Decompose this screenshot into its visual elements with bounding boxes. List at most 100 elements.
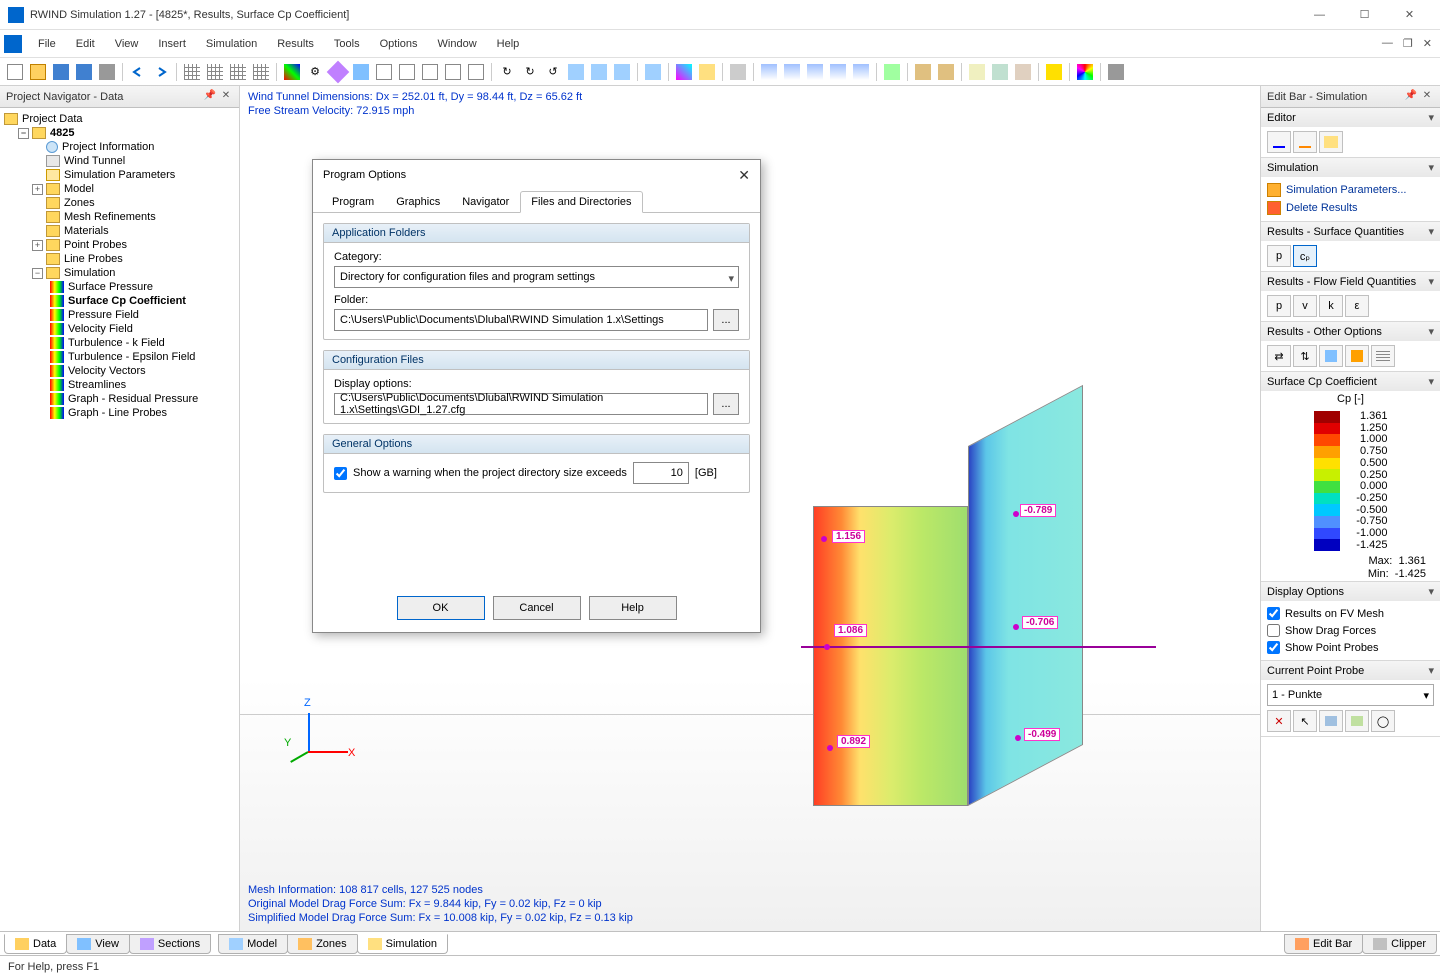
chk-results-fvmesh[interactable]: Results on FV Mesh (1267, 605, 1434, 622)
misc-button-3[interactable] (1012, 61, 1034, 83)
tree-result-graph-lineprobes[interactable]: Graph - Line Probes (0, 406, 239, 420)
tree-result-velocity-vectors[interactable]: Velocity Vectors (0, 364, 239, 378)
section-results-flow[interactable]: Results - Flow Field Quantities▾ (1261, 272, 1440, 291)
layer-button-6[interactable] (850, 61, 872, 83)
tool-button-4[interactable] (396, 61, 418, 83)
other-btn-4[interactable] (1345, 345, 1369, 367)
maximize-button[interactable]: ☐ (1342, 0, 1387, 30)
point-probe-select[interactable]: 1 - Punkte▾ (1267, 684, 1434, 706)
menu-simulation[interactable]: Simulation (196, 34, 267, 54)
browse-button[interactable]: ... (713, 309, 739, 331)
tab-sections[interactable]: Sections (129, 934, 211, 954)
help-button[interactable]: Help (589, 596, 677, 620)
layer-button-1[interactable] (727, 61, 749, 83)
tool-button-3[interactable] (373, 61, 395, 83)
tree-model[interactable]: +Model (0, 182, 239, 196)
editor-btn-3[interactable] (1319, 131, 1343, 153)
probe-img-button[interactable] (1345, 710, 1369, 732)
chk-show-drag[interactable]: Show Drag Forces (1267, 622, 1434, 639)
tab-simulation[interactable]: Simulation (357, 934, 448, 954)
new-button[interactable] (4, 61, 26, 83)
grid-button-1[interactable] (181, 61, 203, 83)
tree-point-probes[interactable]: +Point Probes (0, 238, 239, 252)
chk-show-point-probes[interactable]: Show Point Probes (1267, 639, 1434, 656)
category-dropdown[interactable]: Directory for configuration files and pr… (334, 266, 739, 288)
section-point-probe[interactable]: Current Point Probe▾ (1261, 661, 1440, 680)
tab-clipper[interactable]: Clipper (1362, 934, 1437, 954)
tree-materials[interactable]: Materials (0, 224, 239, 238)
mdi-restore-button[interactable]: ❐ (1399, 35, 1417, 52)
probe-circle-button[interactable]: ◯ (1371, 710, 1395, 732)
tool-button-7[interactable] (465, 61, 487, 83)
pin-icon[interactable]: 📌 (203, 90, 217, 104)
tree-result-streamlines[interactable]: Streamlines (0, 378, 239, 392)
link-delete-results[interactable]: Delete Results (1267, 199, 1434, 217)
probe-screen-button[interactable] (1319, 710, 1343, 732)
tree-zones[interactable]: Zones (0, 196, 239, 210)
section-simulation[interactable]: Simulation▾ (1261, 158, 1440, 177)
tab-program[interactable]: Program (321, 191, 385, 213)
menu-edit[interactable]: Edit (66, 34, 105, 54)
tree-sim-params[interactable]: Simulation Parameters (0, 168, 239, 182)
menu-help[interactable]: Help (487, 34, 530, 54)
menu-window[interactable]: Window (428, 34, 487, 54)
tree-root[interactable]: Project Data (0, 112, 239, 126)
flow-p-button[interactable]: p (1267, 295, 1291, 317)
tab-editbar[interactable]: Edit Bar (1284, 934, 1363, 954)
menu-results[interactable]: Results (267, 34, 324, 54)
plane-button[interactable] (1105, 61, 1127, 83)
misc-button-2[interactable] (989, 61, 1011, 83)
layer-button-4[interactable] (804, 61, 826, 83)
axis-button[interactable] (281, 61, 303, 83)
view-button-1[interactable] (565, 61, 587, 83)
expand-icon[interactable]: + (32, 240, 43, 251)
edit-button-2[interactable] (696, 61, 718, 83)
tree-mesh-refinements[interactable]: Mesh Refinements (0, 210, 239, 224)
folder-field[interactable]: C:\Users\Public\Documents\Dlubal\RWIND S… (334, 309, 708, 331)
section-results-other[interactable]: Results - Other Options▾ (1261, 322, 1440, 341)
flow-v-button[interactable]: v (1293, 295, 1317, 317)
misc-button-1[interactable] (966, 61, 988, 83)
menu-file[interactable]: File (28, 34, 66, 54)
tab-navigator[interactable]: Navigator (451, 191, 520, 213)
obj-button-1[interactable] (912, 61, 934, 83)
tool-button-1[interactable] (327, 61, 349, 83)
tree-line-probes[interactable]: Line Probes (0, 252, 239, 266)
grid-button-3[interactable] (227, 61, 249, 83)
editor-btn-1[interactable] (1267, 131, 1291, 153)
open-button[interactable] (27, 61, 49, 83)
tree-result-velocity-field[interactable]: Velocity Field (0, 322, 239, 336)
other-btn-3[interactable] (1319, 345, 1343, 367)
display-options-field[interactable]: C:\Users\Public\Documents\Dlubal\RWIND S… (334, 393, 708, 415)
tree-simulation[interactable]: −Simulation (0, 266, 239, 280)
cancel-button[interactable]: Cancel (493, 596, 581, 620)
flow-eps-button[interactable]: ε (1345, 295, 1369, 317)
section-editor[interactable]: Editor▾ (1261, 108, 1440, 127)
pin-icon[interactable]: 📌 (1404, 90, 1418, 104)
section-surface-cp[interactable]: Surface Cp Coefficient▾ (1261, 372, 1440, 391)
tab-view[interactable]: View (66, 934, 130, 954)
view-button-3[interactable] (611, 61, 633, 83)
tool-button-5[interactable] (419, 61, 441, 83)
gear-button[interactable]: ⚙ (304, 61, 326, 83)
layer-button-2[interactable] (758, 61, 780, 83)
refresh-button-2[interactable]: ↻ (519, 61, 541, 83)
tree-wind-tunnel[interactable]: Wind Tunnel (0, 154, 239, 168)
tab-files-directories[interactable]: Files and Directories (520, 191, 642, 213)
editor-btn-2[interactable] (1293, 131, 1317, 153)
tree-result-graph-residual[interactable]: Graph - Residual Pressure (0, 392, 239, 406)
grid-button-4[interactable] (250, 61, 272, 83)
palette-button[interactable] (1074, 61, 1096, 83)
layer-button-5[interactable] (827, 61, 849, 83)
section-display-options[interactable]: Display Options▾ (1261, 582, 1440, 601)
probe-cursor-button[interactable]: ↖ (1293, 710, 1317, 732)
dialog-close-button[interactable]: ✕ (738, 167, 750, 184)
browse-button[interactable]: ... (713, 393, 739, 415)
view-button-2[interactable] (588, 61, 610, 83)
other-btn-2[interactable]: ⇅ (1293, 345, 1317, 367)
minimize-button[interactable]: — (1297, 0, 1342, 30)
menu-options[interactable]: Options (370, 34, 428, 54)
collapse-icon[interactable]: − (18, 128, 29, 139)
mdi-minimize-button[interactable]: — (1378, 35, 1397, 52)
surf-p-button[interactable]: p (1267, 245, 1291, 267)
